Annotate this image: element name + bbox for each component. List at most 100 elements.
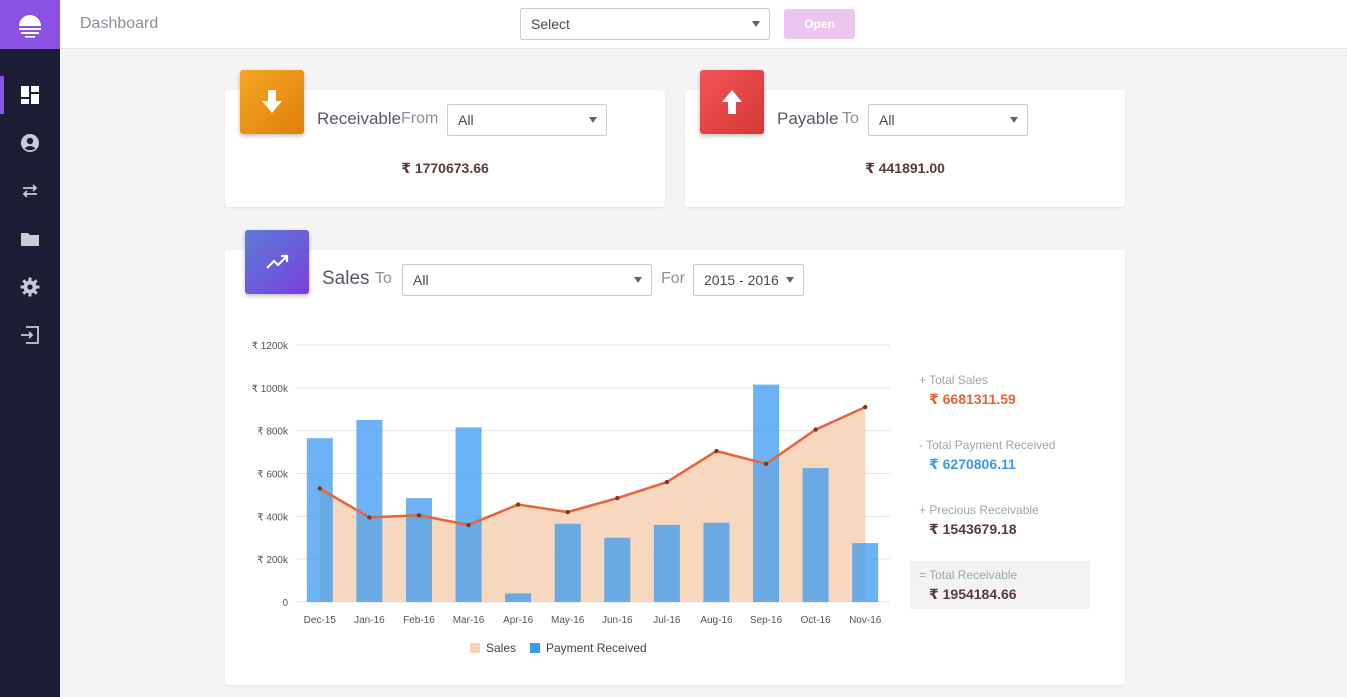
x-tick-label: Jan-16 bbox=[354, 615, 385, 626]
x-tick-label: Jul-16 bbox=[653, 615, 681, 626]
legend-label-sales: Sales bbox=[486, 641, 516, 655]
top-bar: Dashboard Select Open bbox=[60, 0, 1347, 49]
payment-bar bbox=[554, 523, 581, 602]
sidebar-item-dashboard[interactable] bbox=[0, 76, 60, 114]
sales-point bbox=[416, 513, 422, 518]
x-tick-label: Apr-16 bbox=[503, 615, 533, 626]
x-tick-label: May-16 bbox=[551, 615, 585, 626]
sidebar-item-logout[interactable] bbox=[0, 316, 60, 354]
trending-up-icon bbox=[266, 254, 289, 269]
payment-bar bbox=[802, 468, 829, 602]
transfer-icon bbox=[22, 184, 38, 198]
payment-bar bbox=[653, 524, 680, 602]
payable-to-label: To bbox=[842, 110, 859, 127]
company-select[interactable]: Select bbox=[520, 8, 770, 40]
gear-icon bbox=[20, 277, 40, 297]
sales-point bbox=[664, 479, 670, 485]
chevron-down-icon bbox=[752, 21, 760, 27]
x-tick-label: Jun-16 bbox=[602, 615, 633, 626]
total-sales-label: + Total Sales bbox=[919, 373, 988, 387]
legend-label-payment: Payment Received bbox=[546, 641, 647, 655]
sales-to-select[interactable]: All bbox=[402, 264, 652, 296]
arrow-up-icon bbox=[722, 90, 742, 114]
sales-year-select[interactable]: 2015 - 2016 bbox=[693, 264, 804, 296]
sales-badge bbox=[245, 230, 309, 294]
page-title: Dashboard bbox=[80, 15, 159, 32]
legend-swatch-sales bbox=[470, 643, 480, 653]
x-tick-label: Feb-16 bbox=[403, 615, 435, 626]
dashboard-icon bbox=[21, 86, 39, 104]
receivable-card: Receivable From All ₹ 1770673.66 bbox=[225, 70, 665, 207]
sales-point bbox=[714, 448, 719, 454]
sales-year-select-value: 2015 - 2016 bbox=[704, 272, 779, 288]
x-tick-label: Dec-15 bbox=[304, 615, 337, 626]
chevron-down-icon bbox=[1010, 117, 1018, 123]
chevron-down-icon bbox=[786, 277, 794, 283]
arrow-down-icon bbox=[262, 90, 282, 113]
payable-amount: ₹ 441891.00 bbox=[865, 160, 945, 176]
payment-bar bbox=[604, 537, 631, 602]
sales-point bbox=[615, 495, 620, 501]
sales-to-label: To bbox=[375, 270, 392, 287]
receivable-label: Receivable bbox=[317, 109, 402, 128]
sidebar-item-settings[interactable] bbox=[0, 268, 60, 306]
sunset-logo-icon bbox=[19, 14, 41, 38]
y-tick-label: ₹ 800k bbox=[257, 427, 289, 438]
sidebar bbox=[0, 0, 60, 697]
sidebar-item-transactions[interactable] bbox=[0, 172, 60, 210]
payable-badge bbox=[700, 70, 764, 134]
y-tick-label: ₹ 400k bbox=[257, 512, 289, 523]
y-tick-label: 0 bbox=[282, 598, 288, 609]
payment-bar bbox=[455, 427, 482, 602]
sales-point bbox=[367, 515, 372, 520]
chevron-down-icon bbox=[634, 277, 642, 283]
folder-icon bbox=[21, 233, 39, 246]
sales-point bbox=[565, 509, 570, 515]
sales-point bbox=[317, 486, 322, 491]
payable-to-select-value: All bbox=[879, 112, 895, 128]
logo[interactable] bbox=[0, 0, 60, 49]
logout-icon bbox=[21, 326, 39, 344]
total-sales-value: ₹ 6681311.59 bbox=[929, 391, 1016, 407]
payment-bar bbox=[505, 593, 532, 602]
legend-swatch-payment bbox=[530, 643, 540, 653]
payment-bar bbox=[753, 384, 780, 602]
chevron-down-icon bbox=[589, 117, 597, 123]
sales-point bbox=[466, 522, 471, 528]
payment-bar bbox=[852, 543, 879, 602]
sales-card: Sales To All For 2015 - 2016 ₹ 1200k ₹ 10… bbox=[225, 230, 1125, 685]
payment-bar bbox=[703, 522, 730, 602]
y-tick-label: ₹ 600k bbox=[257, 470, 289, 481]
sales-point bbox=[863, 404, 868, 410]
receivable-amount: ₹ 1770673.66 bbox=[401, 160, 489, 176]
payment-bar bbox=[306, 438, 333, 602]
receivable-from-select-value: All bbox=[458, 112, 474, 128]
sidebar-item-files[interactable] bbox=[0, 220, 60, 258]
sales-for-label: For bbox=[661, 270, 685, 287]
y-tick-label: ₹ 1000k bbox=[252, 384, 289, 395]
receivable-from-select[interactable]: All bbox=[447, 104, 607, 136]
x-tick-label: Nov-16 bbox=[849, 615, 882, 626]
payable-to-select[interactable]: All bbox=[868, 104, 1028, 136]
x-tick-label: Mar-16 bbox=[453, 615, 485, 626]
sales-point bbox=[763, 461, 769, 467]
payable-label: Payable bbox=[777, 109, 839, 128]
sales-point bbox=[515, 502, 521, 507]
total-receivable-label: = Total Receivable bbox=[919, 568, 1018, 582]
previous-receivable-value: ₹ 1543679.18 bbox=[929, 521, 1017, 537]
sales-label: Sales bbox=[322, 268, 370, 289]
receivable-from-label: From bbox=[401, 110, 439, 127]
company-select-value: Select bbox=[531, 16, 570, 32]
receivable-badge bbox=[240, 70, 304, 134]
user-icon bbox=[21, 134, 39, 152]
previous-receivable-label: + Precious Receivable bbox=[919, 503, 1039, 517]
payable-card: Payable To All ₹ 441891.00 bbox=[685, 70, 1125, 207]
open-button[interactable]: Open bbox=[784, 9, 855, 39]
total-receivable-value: ₹ 1954184.66 bbox=[929, 586, 1017, 602]
payment-received-value: ₹ 6270806.11 bbox=[929, 456, 1016, 472]
sidebar-item-profile[interactable] bbox=[0, 124, 60, 162]
x-tick-label: Sep-16 bbox=[750, 615, 783, 626]
y-tick-label: ₹ 200k bbox=[257, 555, 289, 566]
payment-received-label: - Total Payment Received bbox=[919, 438, 1056, 452]
sales-point bbox=[813, 427, 818, 432]
